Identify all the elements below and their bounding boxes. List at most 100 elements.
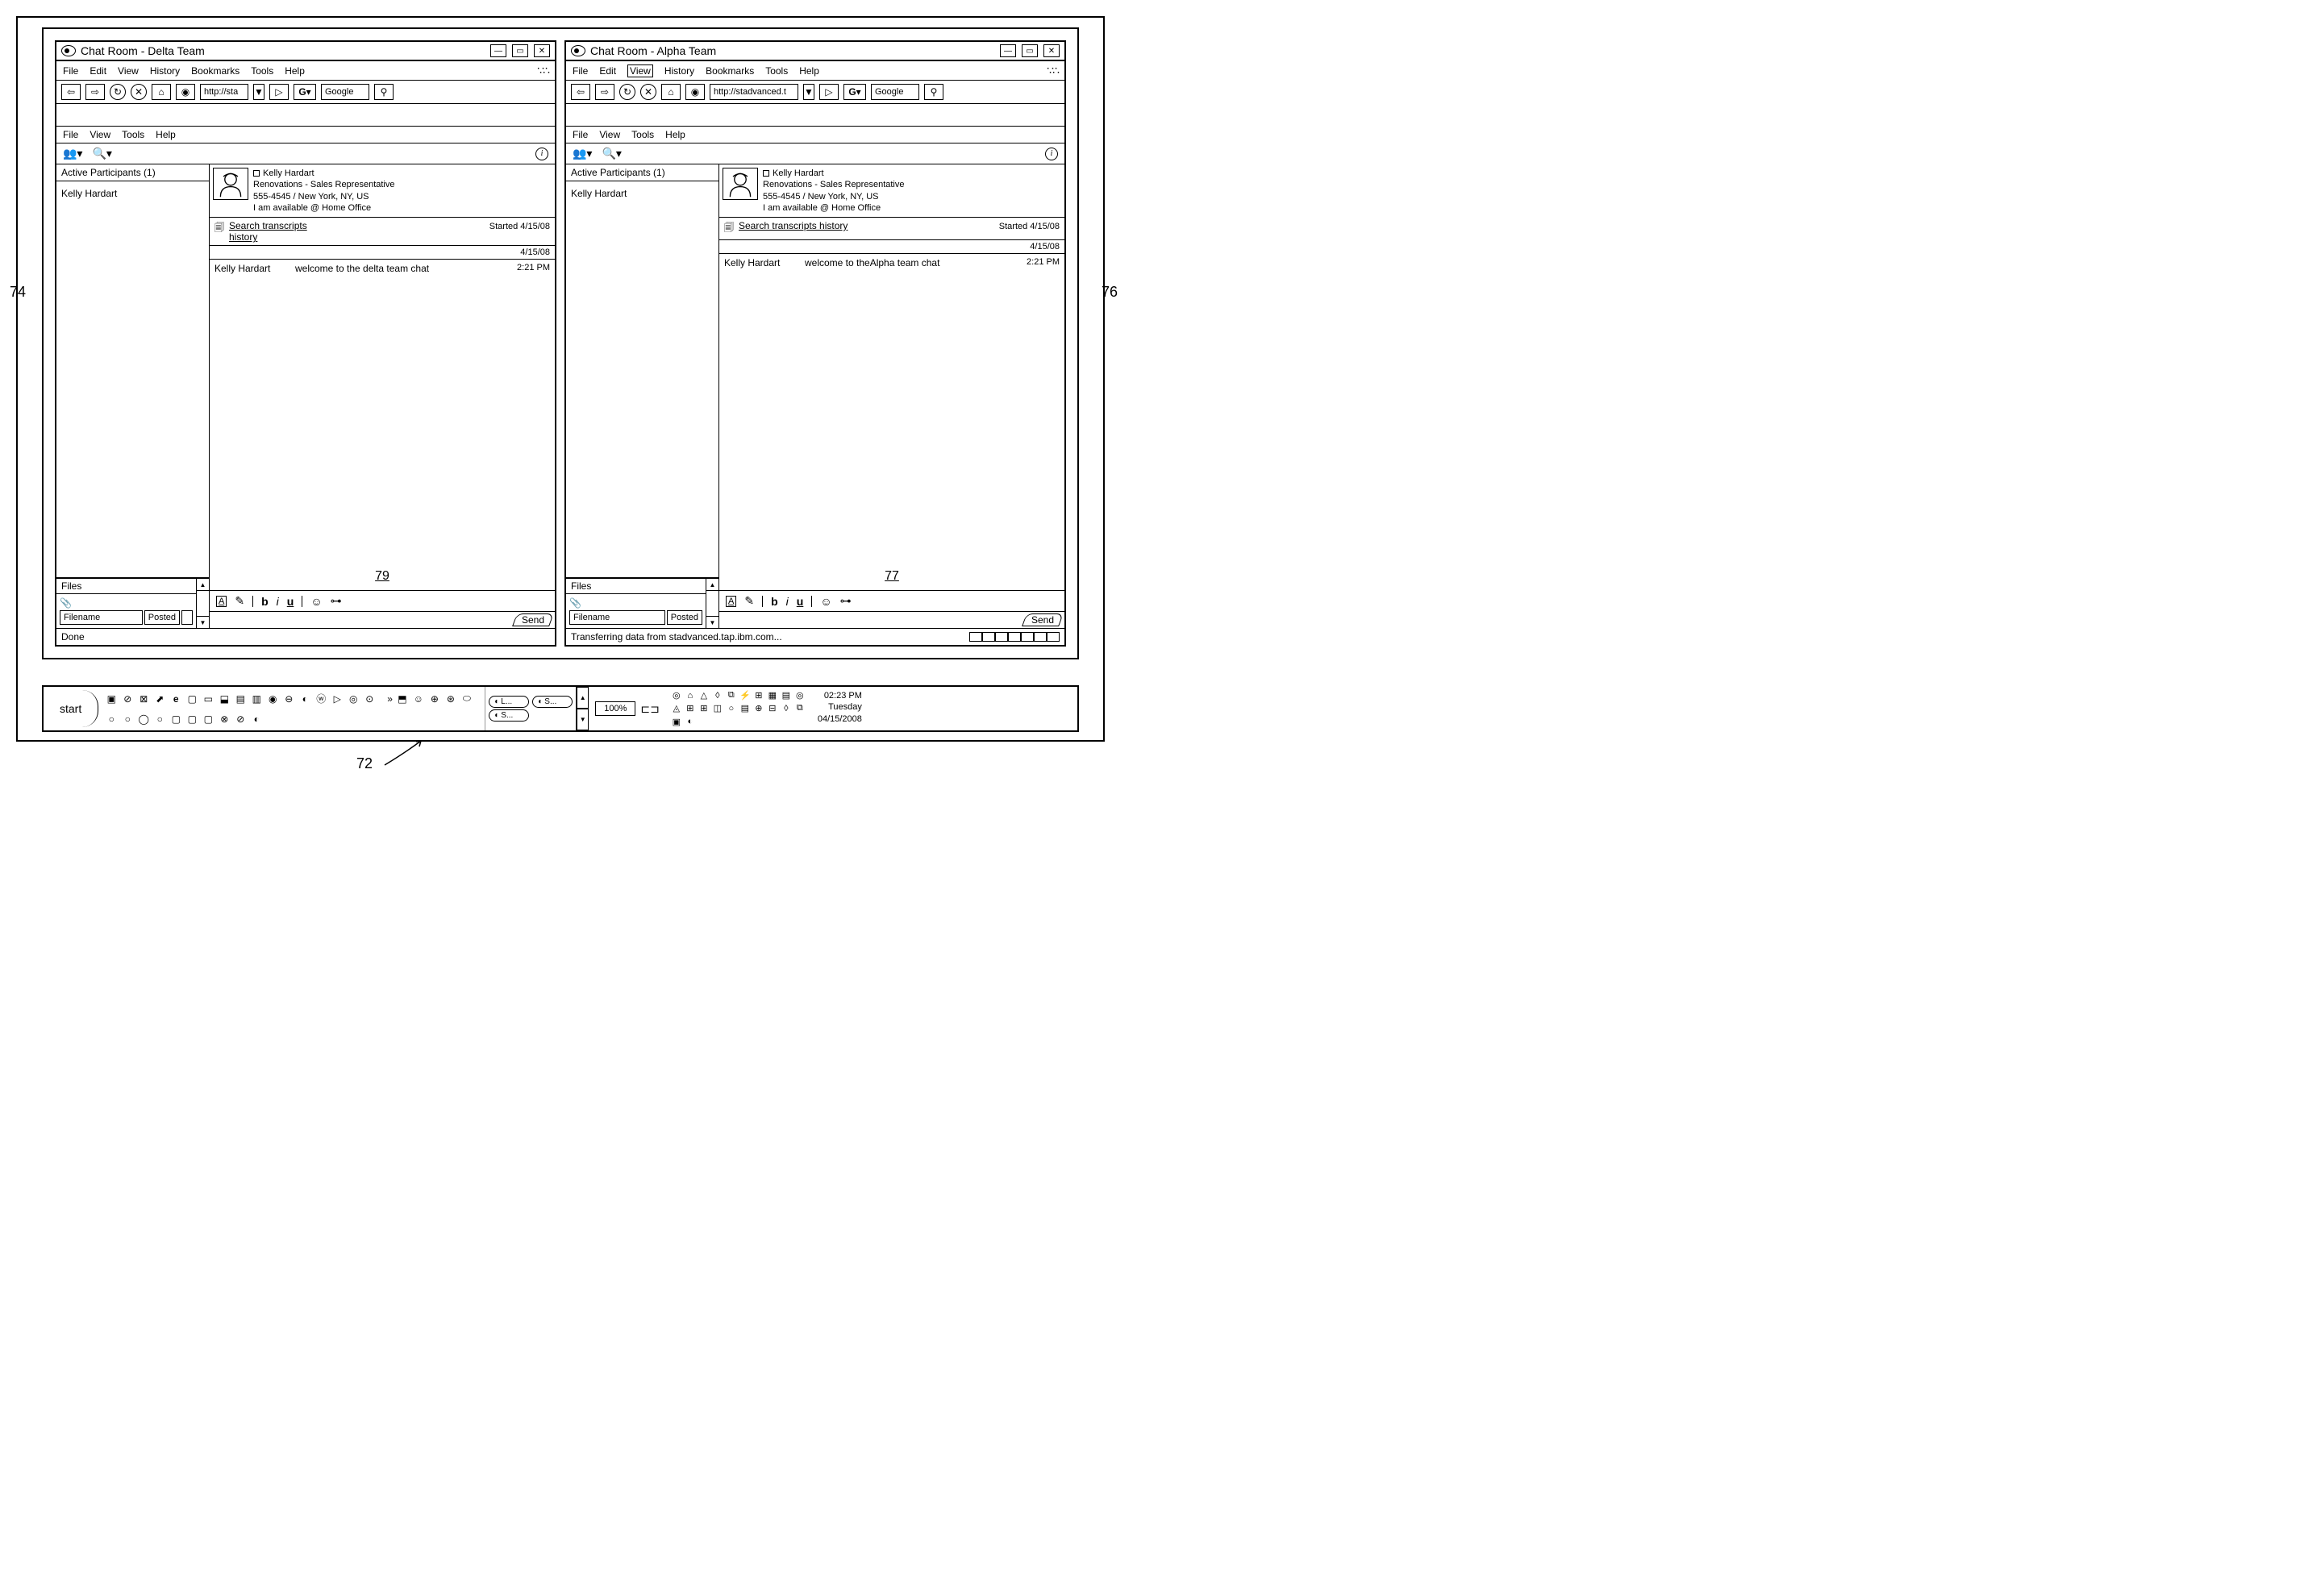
tray-icon[interactable]: ⊟ — [767, 704, 778, 713]
stepper-up-icon[interactable]: ▲ — [577, 687, 589, 709]
ql-icon[interactable]: ⬈ — [153, 693, 166, 705]
ql-icon[interactable]: ◐ — [298, 693, 311, 705]
ql-icon[interactable]: ▢ — [169, 713, 182, 725]
col-posted[interactable]: Posted — [144, 610, 180, 625]
app-menu-file[interactable]: File — [573, 129, 588, 140]
ql-icon[interactable]: ⬒ — [396, 693, 409, 705]
col-filename[interactable]: Filename — [569, 610, 665, 625]
ql-icon[interactable]: ⊛ — [444, 693, 457, 705]
ql-icon[interactable]: ⊖ — [282, 693, 295, 705]
scroll-down-icon[interactable]: ▼ — [196, 616, 210, 629]
close-button[interactable]: ✕ — [534, 44, 550, 57]
tray-icon[interactable]: ◫ — [712, 704, 723, 713]
menu-view[interactable]: View — [627, 64, 653, 77]
clock[interactable]: 02:23 PM Tuesday 04/15/2008 — [811, 687, 868, 730]
menu-edit[interactable]: Edit — [599, 65, 616, 77]
ql-icon[interactable]: ▢ — [202, 713, 214, 725]
tray-icon[interactable]: ◎ — [794, 691, 806, 701]
scroll-up-icon[interactable]: ▲ — [196, 578, 210, 591]
titlebar[interactable]: Chat Room - Delta Team — ▭ ✕ — [56, 42, 555, 61]
ql-icon[interactable]: ◎ — [347, 693, 360, 705]
send-button[interactable]: Send — [1022, 613, 1064, 626]
tray-icon[interactable]: ⊞ — [685, 704, 696, 713]
task-window-button[interactable]: ◐L... — [489, 696, 529, 708]
bold-button[interactable]: b — [261, 595, 269, 608]
close-button[interactable]: ✕ — [1043, 44, 1060, 57]
maximize-button[interactable]: ▭ — [512, 44, 528, 57]
menu-view[interactable]: View — [118, 65, 139, 77]
tray-icon[interactable]: ▤ — [739, 704, 751, 713]
app-menu-tools[interactable]: Tools — [631, 129, 654, 140]
app-menu-view[interactable]: View — [90, 129, 110, 140]
ql-icon[interactable]: ⊙ — [363, 693, 376, 705]
emoji-button[interactable]: ☺ — [310, 595, 322, 608]
back-button[interactable]: ⇦ — [61, 84, 81, 100]
app-menu-file[interactable]: File — [63, 129, 78, 140]
ql-icon[interactable]: ▢ — [185, 713, 198, 725]
url-dropdown[interactable]: ▼ — [803, 84, 814, 100]
forward-button[interactable]: ⇨ — [85, 84, 105, 100]
attachment-icon[interactable]: 📎 — [60, 597, 193, 609]
menu-history[interactable]: History — [664, 65, 694, 77]
search-transcripts-link[interactable]: Search transcripts history — [229, 220, 326, 243]
underline-button[interactable]: u — [287, 595, 294, 608]
italic-button[interactable]: i — [786, 595, 789, 608]
ql-icon[interactable]: ○ — [121, 713, 134, 725]
people-dropdown-icon[interactable]: 👥▾ — [573, 147, 592, 160]
minimize-button[interactable]: — — [1000, 44, 1016, 57]
send-button[interactable]: Send — [512, 613, 554, 626]
menu-file[interactable]: File — [573, 65, 588, 77]
menu-file[interactable]: File — [63, 65, 78, 77]
tray-icon[interactable]: ▣ — [671, 717, 682, 726]
attachment-icon[interactable]: 📎 — [569, 597, 702, 609]
task-window-button[interactable]: ◐S... — [532, 696, 573, 708]
ql-more[interactable]: » — [387, 693, 393, 705]
search-button[interactable]: ⚲ — [374, 84, 394, 100]
text-color-button[interactable]: A — [216, 596, 227, 607]
italic-button[interactable]: i — [277, 595, 279, 608]
ql-icon[interactable]: ▢ — [185, 693, 198, 705]
tray-icon[interactable]: △ — [698, 691, 710, 701]
bold-button[interactable]: b — [771, 595, 778, 608]
ql-icon[interactable]: ⊠ — [137, 693, 150, 705]
tray-icon[interactable]: ⊕ — [753, 704, 764, 713]
link-button[interactable]: ⊶ — [840, 594, 852, 608]
stepper-down-icon[interactable]: ▼ — [577, 709, 589, 730]
menu-tools[interactable]: Tools — [251, 65, 273, 77]
ql-icon[interactable]: ▥ — [250, 693, 263, 705]
search-engine-icon[interactable]: G▾ — [294, 84, 316, 100]
url-input[interactable]: http://sta — [200, 84, 248, 100]
menu-help[interactable]: Help — [285, 65, 305, 77]
tray-icon[interactable]: ▤ — [781, 691, 792, 701]
ql-icon[interactable]: ▷ — [331, 693, 344, 705]
tray-icon[interactable]: ⊞ — [753, 691, 764, 701]
ql-icon[interactable]: e — [169, 693, 182, 705]
home-button[interactable]: ⌂ — [152, 84, 171, 100]
tray-icon[interactable]: ◊ — [781, 704, 792, 713]
app-menu-view[interactable]: View — [599, 129, 620, 140]
tray-icon[interactable]: ⊞ — [698, 704, 710, 713]
search-dropdown-icon[interactable]: 🔍▾ — [602, 147, 621, 160]
tray-icon[interactable]: ⧉ — [726, 691, 737, 701]
reload-button[interactable]: ↻ — [110, 84, 126, 100]
ql-icon[interactable]: ◐ — [250, 713, 263, 725]
highlight-button[interactable]: ✎ — [235, 594, 244, 608]
stop-button[interactable]: ✕ — [131, 84, 147, 100]
scroll-down-icon[interactable]: ▼ — [706, 616, 719, 629]
ql-icon[interactable]: ⬓ — [218, 693, 231, 705]
reload-button[interactable]: ↻ — [619, 84, 635, 100]
ql-icon[interactable]: ⬭ — [460, 693, 473, 705]
forward-button[interactable]: ⇨ — [595, 84, 614, 100]
ql-icon[interactable]: ◉ — [266, 693, 279, 705]
search-input[interactable]: Google — [321, 84, 369, 100]
task-window-button[interactable]: ◐S... — [489, 709, 529, 722]
home-button[interactable]: ⌂ — [661, 84, 681, 100]
menu-help[interactable]: Help — [799, 65, 819, 77]
col-filename[interactable]: Filename — [60, 610, 143, 625]
info-icon[interactable]: i — [535, 148, 548, 160]
info-icon[interactable]: i — [1045, 148, 1058, 160]
text-color-button[interactable]: A — [726, 596, 736, 607]
ql-icon[interactable]: ⊕ — [428, 693, 441, 705]
app-menu-help[interactable]: Help — [156, 129, 176, 140]
tray-icon[interactable]: ⚡ — [739, 691, 751, 701]
